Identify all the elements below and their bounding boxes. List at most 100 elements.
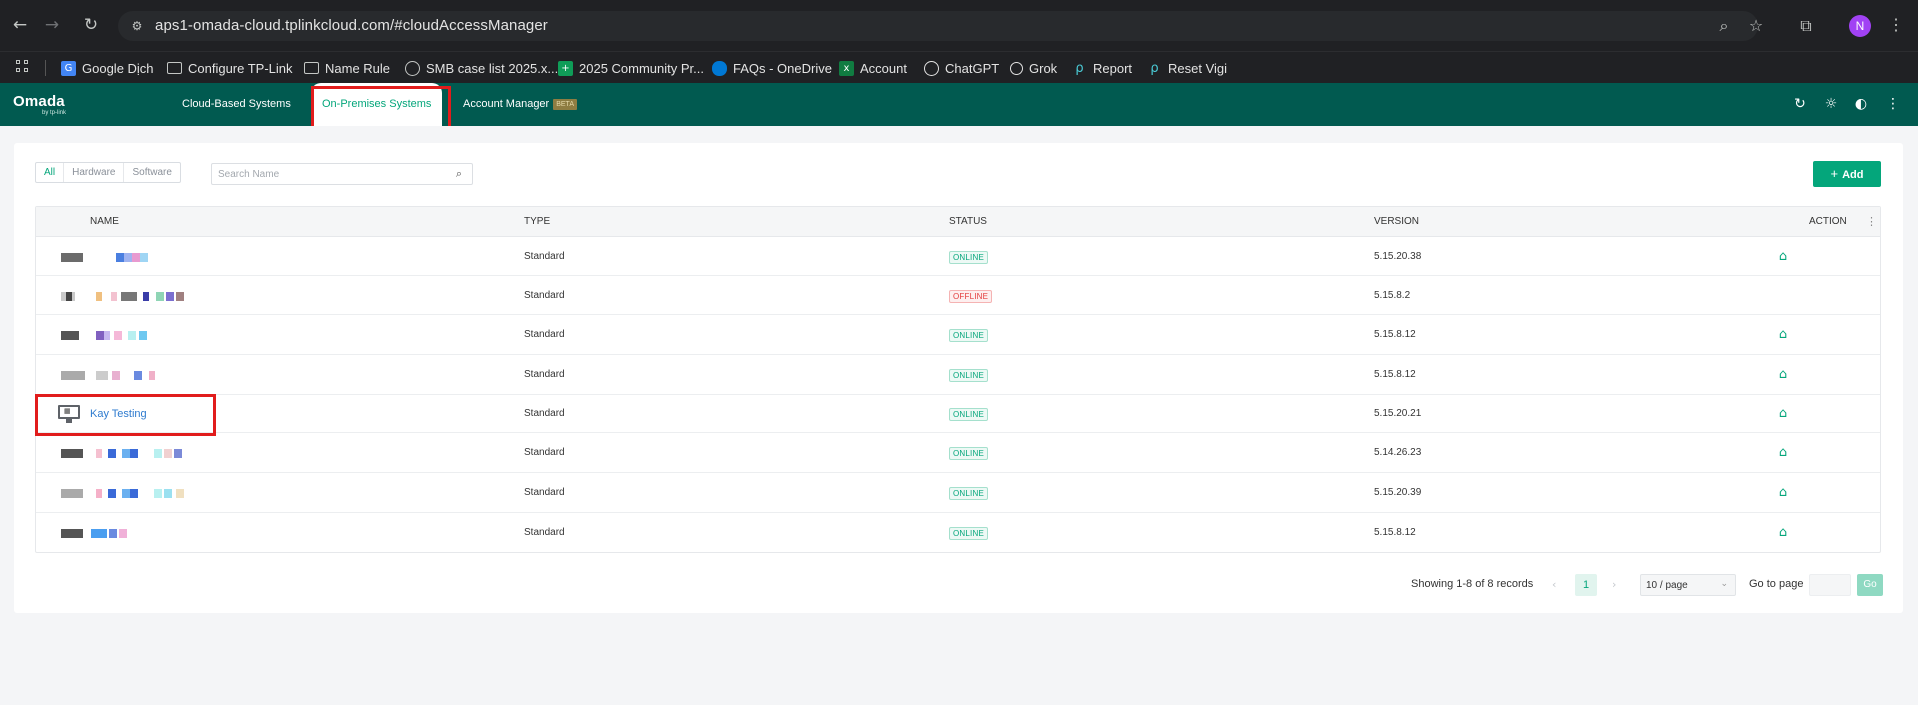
bookmark-account[interactable]: x Account <box>839 52 907 84</box>
redacted-name-block <box>96 371 108 380</box>
bookmark-label: Configure TP-Link <box>188 60 293 76</box>
redacted-name-block <box>119 529 127 538</box>
launch-controller-icon[interactable]: ⌂ <box>1776 368 1790 382</box>
bookmarks-bar: G Google Dịch Configure TP-Link Name Rule… <box>0 51 1918 83</box>
launch-controller-icon[interactable]: ⌂ <box>1776 250 1790 264</box>
redacted-name-block <box>122 489 130 498</box>
bookmark-configure-tplink[interactable]: Configure TP-Link <box>167 52 293 84</box>
browser-menu-icon[interactable]: ⋮ <box>1888 15 1904 37</box>
table-row[interactable]: ▦ Kay Testing Standard ONLINE 5.15.20.21 ⌂ <box>36 395 1880 433</box>
prev-page-icon[interactable]: ‹ <box>1552 578 1556 591</box>
bookmark-report[interactable]: ρ Report <box>1072 52 1132 84</box>
tplink-icon: ρ <box>1150 60 1159 76</box>
search-input[interactable] <box>218 166 448 182</box>
system-type: Standard <box>524 527 565 538</box>
go-button[interactable]: Go <box>1857 574 1883 596</box>
bookmark-chatgpt[interactable]: ChatGPT <box>924 52 999 84</box>
tab-account-manager[interactable]: Account Manager BETA <box>463 83 577 126</box>
launch-controller-icon[interactable]: ⌂ <box>1776 486 1790 500</box>
next-page-icon[interactable]: › <box>1612 578 1616 591</box>
tab-on-premises-systems[interactable]: On-Premises Systems <box>311 83 443 126</box>
system-version: 5.15.8.12 <box>1374 369 1416 380</box>
filter-software[interactable]: Software <box>124 163 179 182</box>
goto-page-input[interactable] <box>1809 574 1851 596</box>
bookmark-label: Report <box>1093 60 1133 76</box>
redacted-name-block <box>61 489 83 498</box>
plus-icon: + <box>1830 166 1839 181</box>
table-row[interactable]: Standard ONLINE 5.15.8.12 ⌂ <box>36 315 1880 355</box>
filter-hardware[interactable]: Hardware <box>64 163 125 182</box>
redacted-name-block <box>149 371 155 380</box>
software-controller-icon: ▦ <box>58 405 80 423</box>
bookmark-google-translate[interactable]: G Google Dịch <box>61 52 154 84</box>
url-text[interactable]: aps1-omada-cloud.tplinkcloud.com/#cloudA… <box>155 17 548 34</box>
table-row[interactable]: Standard OFFLINE 5.15.8.2 <box>36 276 1880 315</box>
table-row[interactable]: Standard ONLINE 5.15.8.12 ⌂ <box>36 513 1880 553</box>
system-type: Standard <box>524 290 565 301</box>
table-row[interactable]: Standard ONLINE 5.15.20.38 ⌂ <box>36 237 1880 276</box>
extensions-icon[interactable]: ⧉ <box>1795 15 1817 37</box>
redacted-name-block <box>139 331 147 340</box>
zoom-icon[interactable]: ⌕ <box>1713 15 1735 37</box>
bookmark-reset-vigi[interactable]: ρ Reset Vigi <box>1147 52 1227 84</box>
table-row[interactable]: Standard ONLINE 5.15.8.12 ⌂ <box>36 355 1880 395</box>
redacted-name-block <box>116 253 124 262</box>
globe-language-icon[interactable]: ◐ <box>1852 95 1870 113</box>
bookmark-community[interactable]: +2025 Community Pr... <box>558 52 704 84</box>
refresh-icon[interactable]: ↻ <box>1791 95 1809 113</box>
apps-grid-icon[interactable] <box>16 60 30 74</box>
column-header-name[interactable]: NAME <box>90 207 119 237</box>
profile-avatar[interactable]: N <box>1849 15 1871 37</box>
search-icon[interactable]: ⌕ <box>452 167 466 181</box>
system-name-link[interactable]: Kay Testing <box>90 408 147 420</box>
system-version: 5.15.20.21 <box>1374 408 1422 419</box>
redacted-name-block <box>114 331 122 340</box>
redacted-name-block <box>154 489 162 498</box>
launch-controller-icon[interactable]: ⌂ <box>1776 407 1790 421</box>
bookmark-name-rule[interactable]: Name Rule <box>304 52 390 84</box>
bookmark-grok[interactable]: Grok <box>1010 52 1057 84</box>
column-settings-icon[interactable]: ⋮ <box>1866 214 1877 230</box>
redacted-name-block <box>156 292 164 301</box>
bookmark-label: ChatGPT <box>945 60 1000 76</box>
bookmark-faqs-onedrive[interactable]: FAQs - OneDrive <box>712 52 832 84</box>
redacted-name-block <box>61 371 85 380</box>
redacted-name-block <box>104 331 110 340</box>
bookmark-star-icon[interactable]: ☆ <box>1745 15 1767 37</box>
more-menu-icon[interactable]: ⋮ <box>1884 95 1902 113</box>
redacted-name-block <box>108 489 116 498</box>
system-version: 5.15.8.12 <box>1374 329 1416 340</box>
system-version: 5.15.8.12 <box>1374 527 1416 538</box>
theme-sun-icon[interactable]: ☼ <box>1822 95 1840 113</box>
system-type: Standard <box>524 251 565 262</box>
bookmark-label: Account <box>860 60 907 76</box>
filter-all[interactable]: All <box>36 163 65 182</box>
table-row[interactable]: Standard ONLINE 5.14.26.23 ⌂ <box>36 433 1880 473</box>
table-row[interactable]: Standard ONLINE 5.15.20.39 ⌂ <box>36 473 1880 513</box>
launch-controller-icon[interactable]: ⌂ <box>1776 526 1790 540</box>
folder-icon <box>304 62 319 74</box>
tab-cloud-based-systems[interactable]: Cloud-Based Systems <box>182 83 291 126</box>
bookmark-smb-case-list[interactable]: SMB case list 2025.x... <box>405 52 558 84</box>
system-version: 5.15.20.38 <box>1374 251 1422 262</box>
search-box: ⌕ <box>211 163 473 185</box>
site-info-icon[interactable]: ⚙ <box>128 17 146 35</box>
launch-controller-icon[interactable]: ⌂ <box>1776 446 1790 460</box>
redacted-name-block <box>128 331 136 340</box>
redacted-name-block <box>176 292 184 301</box>
omada-logo[interactable]: omada by tp-link <box>13 93 66 116</box>
redacted-name-block <box>166 292 174 301</box>
add-button[interactable]: + Add <box>1813 161 1881 187</box>
address-bar[interactable]: ⚙ aps1-omada-cloud.tplinkcloud.com/#clou… <box>118 11 1758 41</box>
redacted-name-block <box>108 449 116 458</box>
back-icon[interactable]: ← <box>9 14 31 36</box>
reload-icon[interactable]: ↻ <box>80 14 102 36</box>
page-size-select[interactable]: 10 / page ⌄ <box>1640 574 1736 596</box>
forward-icon[interactable]: → <box>41 14 63 36</box>
page-number-current[interactable]: 1 <box>1575 574 1597 596</box>
redacted-name-block <box>122 449 130 458</box>
page-size-value: 10 / page <box>1646 580 1688 591</box>
redacted-name-block <box>154 449 162 458</box>
column-header-action: ACTION <box>1809 216 1847 227</box>
launch-controller-icon[interactable]: ⌂ <box>1776 328 1790 342</box>
